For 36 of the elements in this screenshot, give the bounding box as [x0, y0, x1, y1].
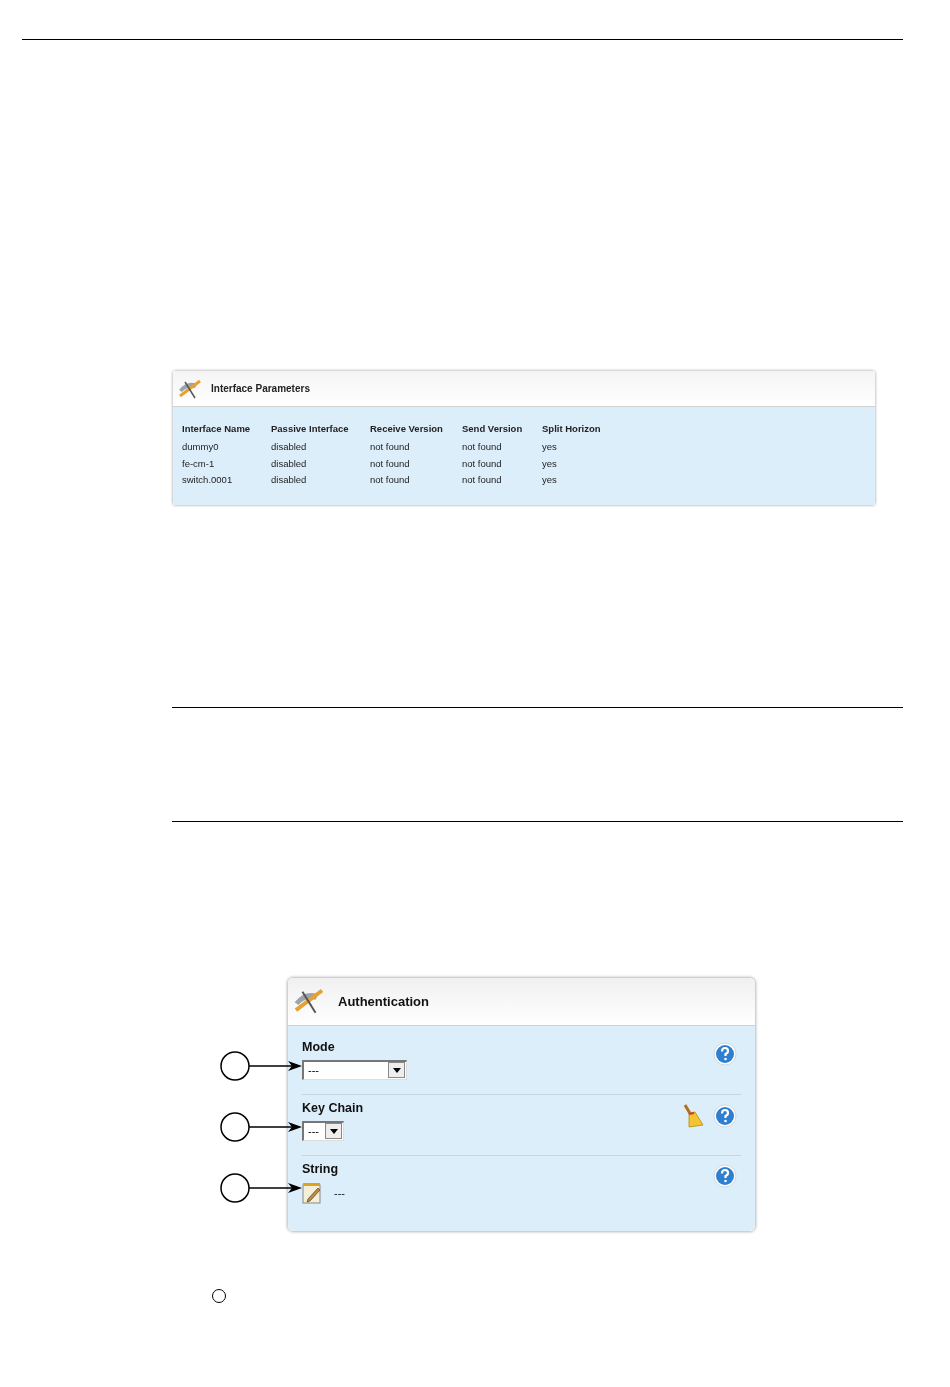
broom-icon[interactable]: [681, 1102, 705, 1129]
table-cell: disabled: [271, 455, 370, 473]
tools-icon: [177, 377, 203, 400]
field-value: ---: [334, 1185, 345, 1201]
field-label: Key Chain: [302, 1099, 364, 1115]
table-cell: disabled: [271, 472, 370, 489]
table-cell-text: yes: [542, 473, 558, 488]
column-header: Send Version: [462, 422, 542, 440]
table-cell: not found: [370, 439, 462, 456]
field-label: String: [302, 1160, 339, 1176]
panel-title: Authentication: [338, 992, 429, 1011]
notepad-edit-icon[interactable]: [302, 1181, 322, 1204]
table-cell: disabled: [271, 439, 370, 456]
table-cell-text: yes: [542, 456, 558, 471]
field-label: Mode: [302, 1038, 335, 1054]
caret-icon: [329, 1128, 338, 1134]
table-cell: switch.0001: [182, 472, 271, 489]
table-cell: dummy0: [182, 439, 271, 456]
dropdown[interactable]: ---: [302, 1120, 344, 1141]
help-icon[interactable]: [713, 1163, 737, 1188]
column-header: Receive Version: [370, 422, 462, 440]
table-cell: not found: [462, 455, 542, 473]
table-cell: not found: [462, 439, 542, 456]
help-icon[interactable]: [713, 1041, 737, 1066]
table-cell-text: yes: [542, 440, 558, 455]
dropdown[interactable]: ---: [302, 1059, 407, 1080]
table-cell: not found: [462, 472, 542, 489]
panel-title: Interface Parameters: [211, 382, 310, 396]
column-header: Split Horizon: [542, 422, 602, 436]
column-header: Passive Interface: [271, 422, 370, 440]
table-cell: not found: [370, 472, 462, 489]
help-icon[interactable]: [713, 1103, 737, 1128]
caret-icon: [392, 1067, 401, 1073]
table-cell: not found: [370, 455, 462, 473]
table-cell: fe-cm-1: [182, 455, 271, 473]
column-header: Interface Name: [182, 422, 271, 440]
